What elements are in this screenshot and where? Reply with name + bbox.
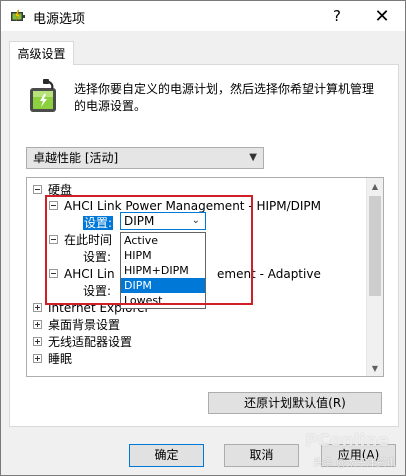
hipm-dipm-value: DIPM — [124, 214, 155, 228]
help-button[interactable]: ? — [314, 1, 360, 31]
tree-item-label: ement - Adaptive — [217, 267, 321, 281]
expand-icon[interactable] — [33, 303, 42, 312]
tree-item-wireless-adapter[interactable]: 无线适配器设置 — [33, 334, 132, 351]
tree-item-label: 无线适配器设置 — [48, 335, 133, 349]
help-icon: ? — [333, 7, 341, 25]
tree-item-setting-2: 设置: — [83, 249, 111, 266]
intro-description: 选择你要自定义的电源计划，然后选择你希望计算机管理的电源设置。 — [74, 82, 375, 113]
hipm-dipm-select[interactable]: DIPM ⌄ — [120, 212, 206, 230]
scroll-down-icon[interactable]: ▼ — [367, 360, 383, 376]
tree-scrollbar[interactable]: ▲ ▼ — [366, 178, 383, 376]
cancel-button[interactable]: 取消 — [224, 444, 299, 467]
pconline-watermark-logo: PConline — [305, 431, 390, 451]
power-options-icon — [11, 9, 25, 22]
hipm-dipm-options[interactable]: Active HIPM HIPM+DIPM DIPM Lowest — [120, 232, 206, 309]
expand-icon[interactable] — [33, 320, 42, 329]
collapse-icon[interactable] — [49, 235, 58, 244]
tree-item-ahci-adaptive[interactable]: AHCI Lin — [49, 266, 115, 283]
tree-item-label: AHCI Lin — [64, 267, 115, 281]
tree-item-label: AHCI Link Power Management - HIPM/DIPM — [64, 199, 322, 213]
collapse-icon[interactable] — [49, 269, 58, 278]
tree-item-sleep[interactable]: 睡眠 — [33, 351, 72, 368]
tree-item-ahci-adaptive-tail: ement - Adaptive — [217, 266, 321, 283]
close-icon: ✕ — [374, 5, 390, 27]
option-hipm-dipm[interactable]: HIPM+DIPM — [121, 263, 205, 278]
title-bar: 电源选项 ? ✕ — [1, 1, 405, 31]
option-hipm[interactable]: HIPM — [121, 248, 205, 263]
option-dipm[interactable]: DIPM — [121, 278, 205, 293]
expand-icon[interactable] — [33, 354, 42, 363]
tree-item-desktop-background[interactable]: 桌面背景设置 — [33, 317, 120, 334]
window-title: 电源选项 — [33, 12, 86, 27]
option-active[interactable]: Active — [121, 233, 205, 248]
power-plan-select[interactable]: 卓越性能 [活动] ▼ — [26, 147, 264, 169]
restore-defaults-button[interactable]: 还原计划默认值(R) — [208, 392, 382, 414]
tree-item-label: 桌面背景设置 — [48, 318, 121, 332]
tree-item-disk[interactable]: 硬盘 — [33, 182, 72, 199]
power-options-window: 电源选项 ? ✕ 高级设置 选择你要自定义的电源计划，然后选择你希望计算机管理的… — [0, 0, 406, 476]
tree-item-label: 在此时间 — [64, 233, 113, 247]
scrollbar-thumb[interactable] — [369, 196, 381, 296]
tree-item-label: 硬盘 — [48, 183, 73, 197]
battery-plug-icon — [30, 79, 56, 112]
setting-label: 设置: — [83, 284, 112, 298]
close-button[interactable]: ✕ — [359, 1, 405, 31]
tree-item-setting: 设置: — [83, 215, 114, 232]
collapse-icon[interactable] — [33, 185, 42, 194]
scroll-up-icon[interactable]: ▲ — [367, 178, 383, 194]
chevron-down-icon: ▼ — [249, 152, 257, 163]
option-lowest[interactable]: Lowest — [121, 293, 205, 308]
tab-advanced-settings[interactable]: 高级设置 — [9, 41, 74, 65]
collapse-icon[interactable] — [49, 201, 58, 210]
expand-icon[interactable] — [33, 337, 42, 346]
setting-label: 设置: — [83, 216, 114, 230]
tree-item-label: 睡眠 — [48, 352, 73, 366]
chevron-down-icon: ⌄ — [191, 215, 200, 226]
ok-button[interactable]: 确定 — [129, 444, 204, 467]
tree-item-idle-after[interactable]: 在此时间 — [49, 232, 112, 249]
setting-label: 设置: — [83, 250, 112, 264]
power-plan-value: 卓越性能 [活动] — [33, 151, 119, 165]
tree-item-setting-3: 设置: — [83, 283, 111, 300]
watermark-caption: 头条 @太平洋资讯 — [313, 458, 397, 469]
